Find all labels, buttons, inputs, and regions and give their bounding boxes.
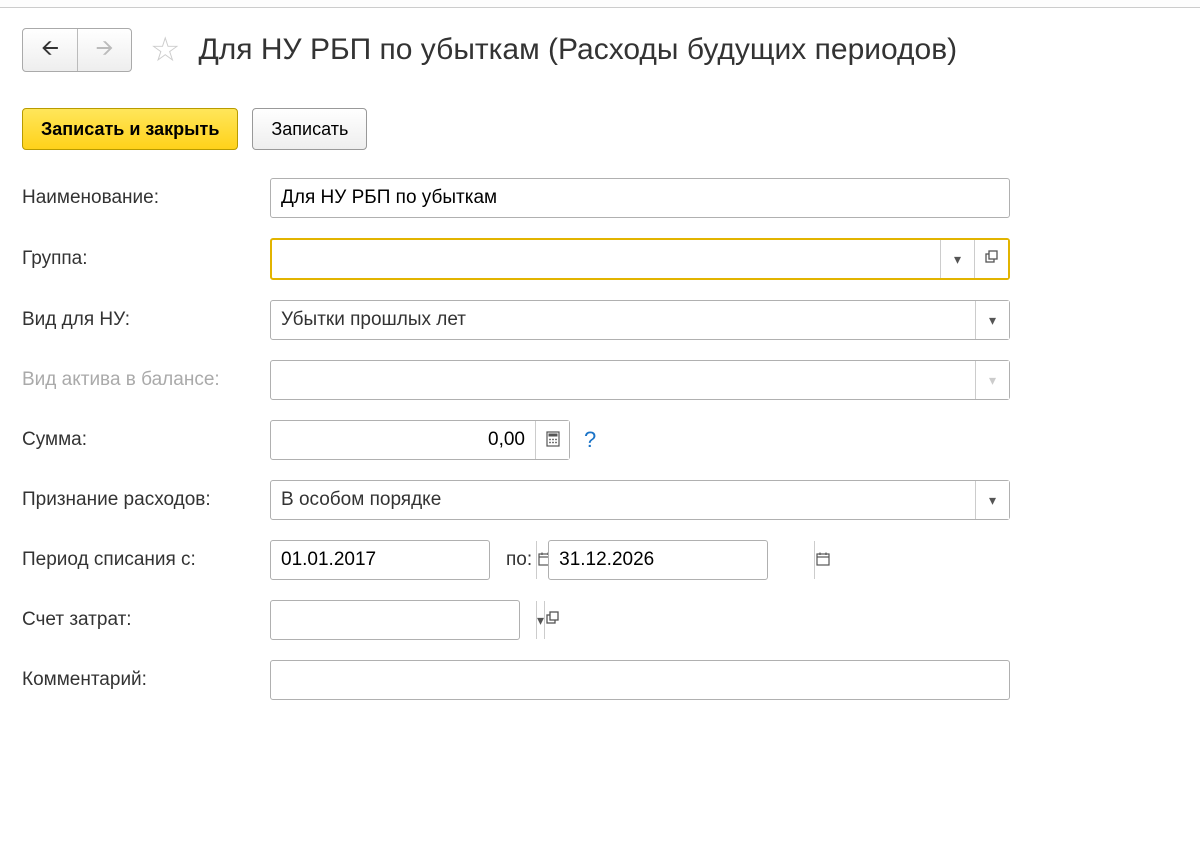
nu-type-input[interactable]: Убытки прошлых лет xyxy=(271,301,975,339)
chevron-down-icon: ▾ xyxy=(989,312,996,329)
calendar-icon xyxy=(815,551,831,570)
cost-account-field: ▾ xyxy=(270,600,520,640)
cost-account-input[interactable] xyxy=(271,601,536,639)
chevron-down-icon: ▾ xyxy=(989,492,996,509)
sum-help-button[interactable]: ? xyxy=(584,427,596,453)
row-group: Группа: ▾ xyxy=(22,238,1178,280)
row-nu-type: Вид для НУ: Убытки прошлых лет ▾ xyxy=(22,300,1178,340)
period-to-calendar-button[interactable] xyxy=(814,541,831,579)
name-field xyxy=(270,178,1010,218)
tabs-strip xyxy=(0,0,1200,8)
nu-type-field: Убытки прошлых лет ▾ xyxy=(270,300,1010,340)
calculator-icon xyxy=(545,431,561,450)
sum-calc-button[interactable] xyxy=(535,421,569,459)
open-icon xyxy=(545,610,561,630)
label-name: Наименование: xyxy=(22,187,270,209)
label-period-to: по: xyxy=(490,549,548,571)
name-input[interactable] xyxy=(271,179,1009,217)
header: 🡨 🡪 ☆ Для НУ РБП по убыткам (Расходы буд… xyxy=(22,28,1178,72)
sum-input[interactable] xyxy=(271,421,535,459)
asset-type-input xyxy=(271,361,975,399)
period-to-input[interactable] xyxy=(549,541,814,579)
row-name: Наименование: xyxy=(22,178,1178,218)
comment-input[interactable] xyxy=(271,661,1009,699)
arrow-right-icon: 🡪 xyxy=(96,31,114,69)
chevron-down-icon: ▾ xyxy=(537,612,544,629)
recognition-field: В особом порядке ▾ xyxy=(270,480,1010,520)
recognition-input[interactable]: В особом порядке xyxy=(271,481,975,519)
cost-account-open-button[interactable] xyxy=(544,601,561,639)
row-asset-type: Вид актива в балансе: ▾ xyxy=(22,360,1178,400)
recognition-dropdown-button[interactable]: ▾ xyxy=(975,481,1009,519)
comment-field xyxy=(270,660,1010,700)
row-cost-account: Счет затрат: ▾ xyxy=(22,600,1178,640)
cost-account-dropdown-button[interactable]: ▾ xyxy=(536,601,544,639)
favorite-star-icon[interactable]: ☆ xyxy=(150,33,180,67)
label-sum: Сумма: xyxy=(22,429,270,451)
asset-type-field: ▾ xyxy=(270,360,1010,400)
arrow-left-icon: 🡨 xyxy=(41,31,59,69)
label-comment: Комментарий: xyxy=(22,669,270,691)
label-nu-type: Вид для НУ: xyxy=(22,309,270,331)
open-icon xyxy=(984,249,1000,269)
sum-field xyxy=(270,420,570,460)
chevron-down-icon: ▾ xyxy=(989,372,996,389)
group-field: ▾ xyxy=(270,238,1010,280)
save-button[interactable]: Записать xyxy=(252,108,367,150)
chevron-down-icon: ▾ xyxy=(954,251,961,268)
label-period-from: Период списания с: xyxy=(22,549,270,571)
nav-back-button[interactable]: 🡨 xyxy=(23,29,77,71)
row-sum: Сумма: ? xyxy=(22,420,1178,460)
row-period: Период списания с: по: xyxy=(22,540,1178,580)
group-dropdown-button[interactable]: ▾ xyxy=(940,240,974,278)
page-title: Для НУ РБП по убыткам (Расходы будущих п… xyxy=(198,33,957,67)
nu-type-dropdown-button[interactable]: ▾ xyxy=(975,301,1009,339)
row-comment: Комментарий: xyxy=(22,660,1178,700)
group-input[interactable] xyxy=(272,240,940,278)
label-recognition: Признание расходов: xyxy=(22,489,270,511)
save-and-close-button[interactable]: Записать и закрыть xyxy=(22,108,238,150)
label-cost-account: Счет затрат: xyxy=(22,609,270,631)
toolbar: Записать и закрыть Записать xyxy=(22,108,1178,150)
nav-buttons: 🡨 🡪 xyxy=(22,28,132,72)
label-asset-type: Вид актива в балансе: xyxy=(22,369,270,391)
row-recognition: Признание расходов: В особом порядке ▾ xyxy=(22,480,1178,520)
asset-type-dropdown-button: ▾ xyxy=(975,361,1009,399)
group-open-button[interactable] xyxy=(974,240,1008,278)
period-to-field xyxy=(548,540,768,580)
period-from-field xyxy=(270,540,490,580)
form-page: 🡨 🡪 ☆ Для НУ РБП по убыткам (Расходы буд… xyxy=(0,8,1200,740)
label-group: Группа: xyxy=(22,248,270,270)
nav-forward-button[interactable]: 🡪 xyxy=(77,29,131,71)
